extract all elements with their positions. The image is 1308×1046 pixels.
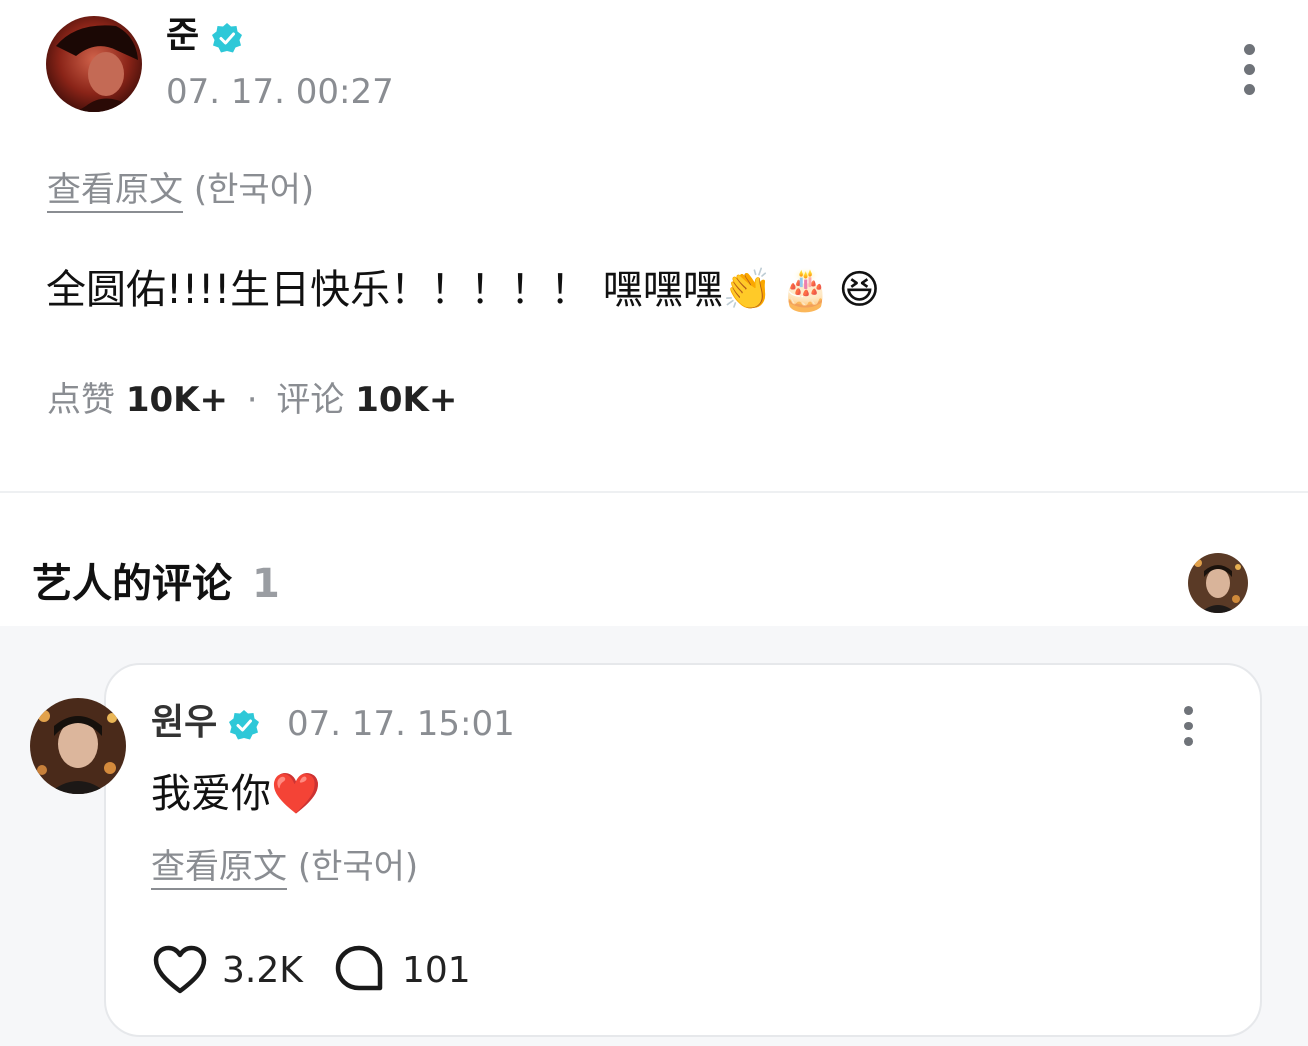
comment-like-count: 3.2K <box>222 949 303 991</box>
speech-bubble-icon <box>334 944 384 996</box>
comment-original-language-label: (한국어) <box>297 847 419 887</box>
heart-icon <box>152 944 208 996</box>
clapping-hands-emoji-icon: 👏 <box>722 267 773 313</box>
artist-comments-title-text: 艺人的评论 <box>32 561 232 607</box>
comment-text-row: 我爱你❤️ <box>151 766 321 822</box>
comment-like-button[interactable]: 3.2K <box>152 942 303 998</box>
stats-separator: · <box>246 380 258 420</box>
comment-more-menu-icon[interactable] <box>1176 706 1200 747</box>
post-author-name[interactable]: 준 <box>166 14 199 58</box>
red-heart-emoji-icon: ❤️ <box>271 771 321 817</box>
comments-label: 评论 <box>276 380 345 420</box>
comments-count[interactable]: 10K+ <box>355 380 457 420</box>
post-more-menu-icon[interactable] <box>1236 44 1262 102</box>
artist-filter-avatar[interactable] <box>1188 553 1248 613</box>
likes-count[interactable]: 10K+ <box>126 380 228 420</box>
comment-verified-badge-icon <box>228 709 260 741</box>
artist-comments-count: 1 <box>251 561 280 607</box>
comment-text: 我爱你 <box>151 771 271 817</box>
comment-author-avatar[interactable] <box>30 698 126 794</box>
comment-translate-row: 查看原文 (한국어) <box>151 845 418 889</box>
post-timestamp: 07. 17. 00:27 <box>166 72 394 112</box>
birthday-cake-emoji-icon: 🎂 <box>780 267 831 313</box>
original-language-label: (한국어) <box>193 170 315 210</box>
comment-reply-button[interactable]: 101 <box>334 942 471 998</box>
post-author-avatar[interactable] <box>46 16 142 112</box>
section-divider <box>0 491 1308 493</box>
comment-author-name[interactable]: 원우 <box>151 700 217 746</box>
artist-comments-title: 艺人的评论 1 <box>32 556 280 612</box>
post-body-text: 全圆佑!!!!生日快乐！！！！！ 嘿嘿嘿 <box>46 267 723 313</box>
likes-label: 点赞 <box>47 380 115 420</box>
post-stats-row: 点赞 10K+ · 评论 10K+ <box>47 378 457 422</box>
view-original-link[interactable]: 查看原文 <box>47 170 183 210</box>
comment-reply-count: 101 <box>402 949 471 991</box>
post-body: 全圆佑!!!!生日快乐！！！！！ 嘿嘿嘿👏 🎂 😆 <box>46 262 880 318</box>
post-translate-row: 查看原文 (한국어) <box>47 168 314 212</box>
laughing-face-emoji-icon: 😆 <box>838 267 881 313</box>
comment-timestamp: 07. 17. 15:01 <box>287 704 515 744</box>
verified-badge-icon <box>211 22 243 54</box>
comment-view-original-link[interactable]: 查看原文 <box>151 847 287 887</box>
